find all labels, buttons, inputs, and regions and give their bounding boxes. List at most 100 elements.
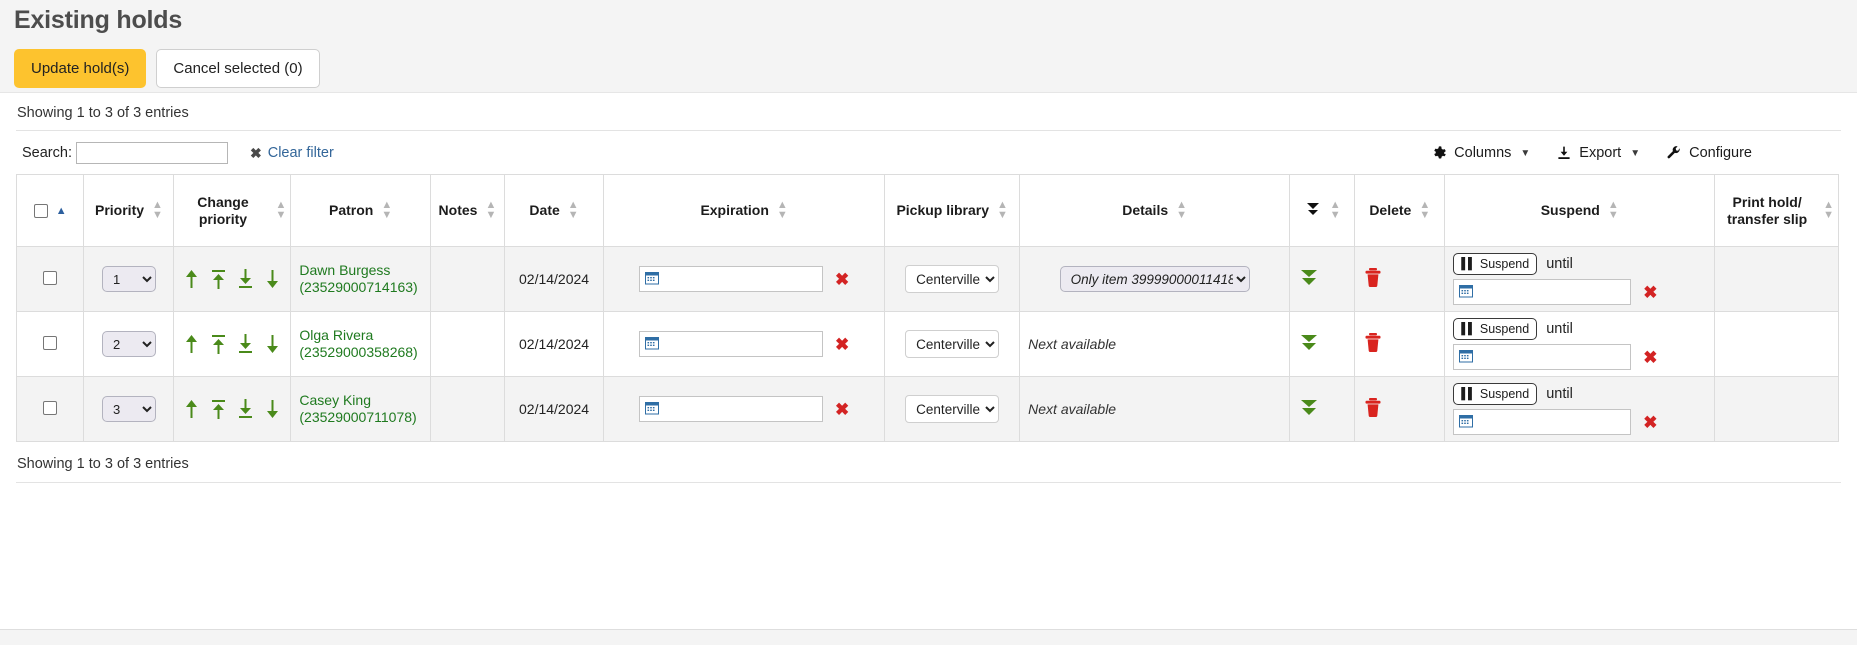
change-priority-cell[interactable] [174, 312, 291, 377]
arrow-to-bottom-icon[interactable] [237, 398, 254, 420]
delete-cell[interactable] [1355, 312, 1445, 377]
suspend-cell[interactable]: ▌▌ Suspend until [1445, 377, 1715, 442]
priority-select[interactable]: 2 [102, 331, 156, 357]
pickup-library-cell[interactable]: Centerville [885, 377, 1020, 442]
th-patron[interactable]: Patron ▲▼ [291, 175, 430, 247]
arrow-up-icon[interactable] [183, 268, 200, 290]
th-select-all[interactable]: ▲ [17, 175, 84, 247]
clear-filter-button[interactable]: ✖ Clear filter [250, 145, 334, 162]
pickup-library-select[interactable]: Centerville [905, 265, 999, 293]
delete-cell[interactable] [1355, 377, 1445, 442]
expiration-date-input[interactable] [639, 331, 823, 357]
suspend-button[interactable]: ▌▌ Suspend [1453, 383, 1537, 405]
th-notes[interactable]: Notes ▲▼ [430, 175, 504, 247]
arrow-up-icon[interactable] [183, 333, 200, 355]
columns-button[interactable]: Columns ▼ [1431, 145, 1530, 161]
configure-button[interactable]: Configure [1666, 145, 1752, 161]
sort-icon[interactable]: ▲▼ [1608, 201, 1619, 220]
sort-icon[interactable]: ▲▼ [997, 201, 1008, 220]
clear-expiration-icon[interactable]: ✖ [835, 336, 849, 353]
details-cell[interactable]: Only item 39999000011418 [1020, 247, 1290, 312]
priority-select[interactable]: 3 [102, 396, 156, 422]
details-select[interactable]: Only item 39999000011418 [1060, 266, 1250, 292]
print-slip-cell[interactable] [1715, 312, 1839, 377]
export-button[interactable]: Export ▼ [1556, 145, 1640, 161]
pickup-library-cell[interactable]: Centerville [885, 312, 1020, 377]
th-lowest-priority[interactable]: ▲▼ [1290, 175, 1355, 247]
lowest-priority-cell[interactable] [1290, 312, 1355, 377]
sort-icon[interactable]: ▲▼ [568, 201, 579, 220]
th-date[interactable]: Date ▲▼ [505, 175, 604, 247]
pickup-library-select[interactable]: Centerville [905, 330, 999, 358]
lowest-priority-cell[interactable] [1290, 377, 1355, 442]
sort-icon[interactable]: ▲▼ [152, 201, 163, 220]
expiration-cell[interactable]: ✖ [604, 312, 885, 377]
row-checkbox[interactable] [43, 271, 57, 285]
sort-icon[interactable]: ▲▼ [777, 201, 788, 220]
arrow-down-icon[interactable] [264, 398, 281, 420]
clear-suspend-date-icon[interactable]: ✖ [1643, 414, 1657, 431]
double-chevron-down-icon[interactable] [1298, 331, 1346, 358]
th-expiration[interactable]: Expiration ▲▼ [604, 175, 885, 247]
sort-icon[interactable]: ▲▼ [381, 201, 392, 220]
arrow-down-icon[interactable] [264, 268, 281, 290]
sort-icon[interactable]: ▲▼ [1330, 201, 1341, 220]
print-slip-cell[interactable] [1715, 377, 1839, 442]
th-priority[interactable]: Priority ▲▼ [84, 175, 174, 247]
suspend-cell[interactable]: ▌▌ Suspend until [1445, 247, 1715, 312]
arrow-to-top-icon[interactable] [210, 398, 227, 420]
priority-cell[interactable]: 3 [84, 377, 174, 442]
change-priority-cell[interactable] [174, 247, 291, 312]
suspend-button[interactable]: ▌▌ Suspend [1453, 318, 1537, 340]
patron-cell[interactable]: Casey King (23529000711078) [291, 377, 430, 442]
priority-cell[interactable]: 2 [84, 312, 174, 377]
update-holds-button[interactable]: Update hold(s) [14, 49, 146, 88]
th-print-slip[interactable]: Print hold/ transfer slip ▲▼ [1715, 175, 1839, 247]
clear-suspend-date-icon[interactable]: ✖ [1643, 349, 1657, 366]
priority-select[interactable]: 1 [102, 266, 156, 292]
expiration-cell[interactable]: ✖ [604, 247, 885, 312]
sort-icon[interactable]: ▲▼ [1419, 201, 1430, 220]
change-priority-cell[interactable] [174, 377, 291, 442]
clear-expiration-icon[interactable]: ✖ [835, 401, 849, 418]
trash-icon[interactable] [1363, 266, 1436, 293]
cancel-selected-button[interactable]: Cancel selected (0) [156, 49, 319, 88]
row-select-cell[interactable] [17, 312, 84, 377]
delete-cell[interactable] [1355, 247, 1445, 312]
patron-link[interactable]: Olga Rivera (23529000358268) [299, 327, 421, 362]
suspend-until-input[interactable] [1453, 279, 1631, 305]
print-slip-cell[interactable] [1715, 247, 1839, 312]
patron-link[interactable]: Dawn Burgess (23529000714163) [299, 262, 421, 297]
suspend-until-input[interactable] [1453, 409, 1631, 435]
sort-icon[interactable]: ▲▼ [485, 201, 496, 220]
arrow-up-icon[interactable] [183, 398, 200, 420]
patron-cell[interactable]: Olga Rivera (23529000358268) [291, 312, 430, 377]
sort-icon[interactable]: ▲▼ [276, 201, 287, 220]
double-chevron-down-icon[interactable] [1298, 396, 1346, 423]
row-checkbox[interactable] [43, 401, 57, 415]
patron-link[interactable]: Casey King (23529000711078) [299, 392, 421, 427]
suspend-button[interactable]: ▌▌ Suspend [1453, 253, 1537, 275]
arrow-to-bottom-icon[interactable] [237, 333, 254, 355]
trash-icon[interactable] [1363, 396, 1436, 423]
expiration-date-input[interactable] [639, 266, 823, 292]
arrow-down-icon[interactable] [264, 333, 281, 355]
row-select-cell[interactable] [17, 377, 84, 442]
search-input[interactable] [76, 142, 228, 164]
double-chevron-down-icon[interactable] [1298, 266, 1346, 293]
row-checkbox[interactable] [43, 336, 57, 350]
expiration-cell[interactable]: ✖ [604, 377, 885, 442]
sort-icon[interactable]: ▲▼ [1176, 201, 1187, 220]
pickup-library-select[interactable]: Centerville [905, 395, 999, 423]
th-suspend[interactable]: Suspend ▲▼ [1445, 175, 1715, 247]
arrow-to-top-icon[interactable] [210, 333, 227, 355]
th-change-priority[interactable]: Change priority ▲▼ [174, 175, 291, 247]
trash-icon[interactable] [1363, 331, 1436, 358]
lowest-priority-cell[interactable] [1290, 247, 1355, 312]
th-details[interactable]: Details ▲▼ [1020, 175, 1290, 247]
th-delete[interactable]: Delete ▲▼ [1355, 175, 1445, 247]
priority-cell[interactable]: 1 [84, 247, 174, 312]
row-select-cell[interactable] [17, 247, 84, 312]
clear-expiration-icon[interactable]: ✖ [835, 271, 849, 288]
suspend-until-input[interactable] [1453, 344, 1631, 370]
